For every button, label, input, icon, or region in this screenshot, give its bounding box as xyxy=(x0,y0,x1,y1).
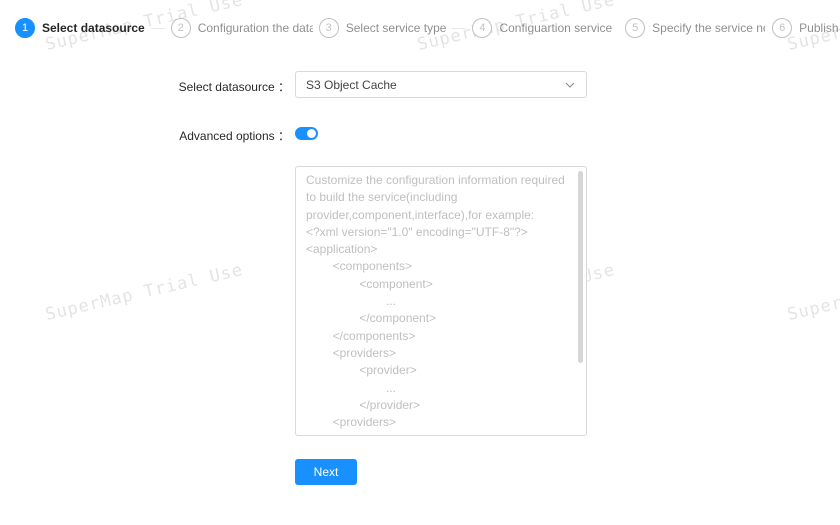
step-number-icon: 3 xyxy=(318,18,339,38)
step-connector xyxy=(452,27,467,29)
step-select-service-type[interactable]: 3 Select service type xyxy=(318,18,447,38)
toggle-knob xyxy=(307,129,316,138)
datasource-selected-value: S3 Object Cache xyxy=(306,77,397,92)
config-textarea-placeholder: Customize the configuration information … xyxy=(306,173,565,430)
step-title: Configuartion service xyxy=(499,21,613,35)
step-title: Specify the service node xyxy=(652,21,765,35)
steps-bar: 1 Select datasource 2 Configuration the … xyxy=(15,17,840,39)
chevron-down-icon xyxy=(565,82,575,88)
datasource-label: Select datasource ： xyxy=(178,80,290,94)
textarea-scrollbar[interactable] xyxy=(578,171,583,363)
step-title: Select datasource xyxy=(42,21,145,35)
watermark: SuperMap Trial Use xyxy=(785,260,840,325)
step-title: Select service type xyxy=(345,21,447,35)
advanced-options-label: Advanced options ： xyxy=(179,129,290,143)
step-title: Publish xyxy=(799,21,839,35)
step-specify-service-node[interactable]: 5 Specify the service node xyxy=(625,18,765,38)
step-connector xyxy=(150,27,165,29)
step-number-icon: 6 xyxy=(772,18,793,38)
step-publish[interactable]: 6 Publish xyxy=(772,18,839,38)
step-configuration-data[interactable]: 2 Configuration the data xyxy=(170,18,313,38)
step-title: Configuration the data xyxy=(197,21,313,35)
watermark: SuperMap Trial Use xyxy=(43,260,246,325)
step-number-icon: 2 xyxy=(170,18,191,38)
datasource-select[interactable]: S3 Object Cache xyxy=(295,71,587,98)
step-number-icon: 1 xyxy=(15,18,35,38)
advanced-options-toggle[interactable] xyxy=(295,127,318,140)
config-textarea[interactable]: Customize the configuration information … xyxy=(295,166,587,436)
next-button[interactable]: Next xyxy=(295,459,357,485)
step-configuration-service[interactable]: 4 Configuartion service xyxy=(472,18,612,38)
step-number-icon: 4 xyxy=(472,18,493,38)
step-select-datasource[interactable]: 1 Select datasource xyxy=(15,18,145,38)
step-number-icon: 5 xyxy=(625,18,646,38)
